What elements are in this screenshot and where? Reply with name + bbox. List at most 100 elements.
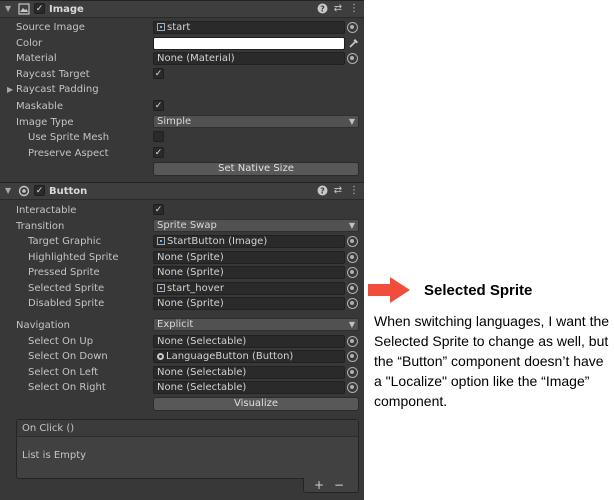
navigation-dropdown[interactable]: Explicit ▼ bbox=[153, 318, 359, 331]
image-component-title: Image bbox=[49, 4, 84, 15]
raycast-target-label: Raycast Target bbox=[16, 69, 90, 80]
color-swatch[interactable] bbox=[153, 37, 345, 50]
preserve-aspect-checkbox[interactable]: ✓ bbox=[153, 147, 164, 158]
select-on-right-field[interactable]: None (Selectable) bbox=[153, 381, 345, 394]
object-picker-icon[interactable] bbox=[347, 53, 358, 64]
transition-label: Transition bbox=[16, 221, 65, 232]
on-click-event-list: On Click () List is Empty bbox=[16, 419, 359, 479]
select-on-right-label: Select On Right bbox=[28, 382, 106, 393]
button-icon bbox=[18, 185, 30, 197]
svg-text:?: ? bbox=[320, 4, 325, 13]
button-component-title: Button bbox=[49, 186, 88, 197]
highlighted-sprite-value: None (Sprite) bbox=[157, 252, 224, 263]
foldout-right-icon[interactable]: ▶ bbox=[7, 85, 13, 94]
disabled-sprite-field[interactable]: None (Sprite) bbox=[153, 297, 345, 310]
image-icon bbox=[157, 237, 165, 245]
raycast-target-checkbox[interactable]: ✓ bbox=[153, 68, 164, 79]
color-label: Color bbox=[16, 38, 43, 49]
foldout-arrow-icon[interactable]: ▼ bbox=[5, 4, 11, 13]
use-sprite-mesh-label: Use Sprite Mesh bbox=[28, 132, 110, 143]
navigation-value: Explicit bbox=[157, 319, 194, 330]
image-type-dropdown[interactable]: Simple ▼ bbox=[153, 115, 359, 128]
image-icon bbox=[18, 3, 30, 15]
preserve-aspect-label: Preserve Aspect bbox=[28, 148, 109, 159]
select-on-down-label: Select On Down bbox=[28, 351, 108, 362]
remove-event-button[interactable]: − bbox=[330, 479, 348, 492]
preset-icon[interactable]: ⇄ bbox=[332, 3, 344, 15]
object-picker-icon[interactable] bbox=[347, 298, 358, 309]
object-picker-icon[interactable] bbox=[347, 283, 358, 294]
transition-value: Sprite Swap bbox=[157, 220, 217, 231]
interactable-label: Interactable bbox=[16, 205, 77, 216]
select-on-up-label: Select On Up bbox=[28, 336, 94, 347]
visualize-button[interactable]: Visualize bbox=[153, 397, 359, 411]
source-image-label: Source Image bbox=[16, 22, 85, 33]
sprite-icon bbox=[157, 23, 165, 31]
arrow-right-icon bbox=[368, 277, 410, 303]
image-component-header[interactable]: ▼ ✓ Image ? ⇄ ⋮ bbox=[0, 0, 364, 18]
selected-sprite-label: Selected Sprite bbox=[28, 283, 105, 294]
object-picker-icon[interactable] bbox=[347, 267, 358, 278]
annotation-text: When switching languages, I want the Sel… bbox=[374, 313, 610, 409]
select-on-up-field[interactable]: None (Selectable) bbox=[153, 335, 345, 348]
sprite-icon bbox=[157, 284, 165, 292]
navigation-label: Navigation bbox=[16, 320, 70, 331]
image-type-label: Image Type bbox=[16, 117, 74, 128]
target-graphic-label: Target Graphic bbox=[28, 236, 102, 247]
selected-sprite-value: start_hover bbox=[167, 283, 224, 294]
button-enabled-checkbox[interactable]: ✓ bbox=[34, 185, 45, 196]
maskable-label: Maskable bbox=[16, 101, 63, 112]
highlighted-sprite-field[interactable]: None (Sprite) bbox=[153, 251, 345, 264]
interactable-checkbox[interactable]: ✓ bbox=[153, 204, 164, 215]
image-enabled-checkbox[interactable]: ✓ bbox=[34, 3, 45, 14]
object-picker-icon[interactable] bbox=[347, 22, 358, 33]
set-native-size-button[interactable]: Set Native Size bbox=[153, 162, 359, 176]
maskable-checkbox[interactable]: ✓ bbox=[153, 100, 164, 111]
foldout-arrow-icon[interactable]: ▼ bbox=[5, 186, 11, 195]
object-picker-icon[interactable] bbox=[347, 236, 358, 247]
select-on-down-value: LanguageButton (Button) bbox=[166, 351, 294, 362]
pressed-sprite-value: None (Sprite) bbox=[157, 267, 224, 278]
source-image-field[interactable]: start bbox=[153, 21, 345, 34]
pressed-sprite-label: Pressed Sprite bbox=[28, 267, 100, 278]
annotation-heading: Selected Sprite bbox=[424, 282, 533, 299]
inspector-panel: ▼ ✓ Image ? ⇄ ⋮ Source Image start Color… bbox=[0, 0, 364, 500]
button-component-header[interactable]: ▼ ✓ Button ? ⇄ ⋮ bbox=[0, 182, 364, 200]
button-icon bbox=[157, 353, 164, 360]
disabled-sprite-label: Disabled Sprite bbox=[28, 298, 105, 309]
kebab-menu-icon[interactable]: ⋮ bbox=[348, 3, 360, 15]
select-on-up-value: None (Selectable) bbox=[157, 336, 247, 347]
select-on-left-value: None (Selectable) bbox=[157, 367, 247, 378]
kebab-menu-icon[interactable]: ⋮ bbox=[348, 185, 360, 197]
disabled-sprite-value: None (Sprite) bbox=[157, 298, 224, 309]
object-picker-icon[interactable] bbox=[347, 252, 358, 263]
use-sprite-mesh-checkbox[interactable] bbox=[153, 131, 164, 142]
selected-sprite-field[interactable]: start_hover bbox=[153, 282, 345, 295]
raycast-padding-label[interactable]: Raycast Padding bbox=[16, 84, 99, 95]
object-picker-icon[interactable] bbox=[347, 336, 358, 347]
svg-text:?: ? bbox=[320, 186, 325, 195]
target-graphic-value: StartButton (Image) bbox=[167, 236, 268, 247]
help-icon[interactable]: ? bbox=[316, 185, 328, 197]
chevron-down-icon: ▼ bbox=[348, 221, 355, 230]
select-on-right-value: None (Selectable) bbox=[157, 382, 247, 393]
help-icon[interactable]: ? bbox=[316, 3, 328, 15]
object-picker-icon[interactable] bbox=[347, 382, 358, 393]
object-picker-icon[interactable] bbox=[347, 367, 358, 378]
select-on-left-label: Select On Left bbox=[28, 367, 99, 378]
annotation-panel: Selected Sprite When switching languages… bbox=[364, 0, 614, 500]
on-click-header: On Click () bbox=[17, 420, 358, 437]
eyedropper-icon[interactable] bbox=[348, 37, 360, 49]
list-empty-text: List is Empty bbox=[22, 450, 87, 461]
target-graphic-field[interactable]: StartButton (Image) bbox=[153, 235, 345, 248]
object-picker-icon[interactable] bbox=[347, 351, 358, 362]
transition-dropdown[interactable]: Sprite Swap ▼ bbox=[153, 219, 359, 232]
highlighted-sprite-label: Highlighted Sprite bbox=[28, 252, 119, 263]
preset-icon[interactable]: ⇄ bbox=[332, 185, 344, 197]
select-on-left-field[interactable]: None (Selectable) bbox=[153, 366, 345, 379]
material-value: None (Material) bbox=[157, 53, 235, 64]
material-field[interactable]: None (Material) bbox=[153, 52, 345, 65]
add-event-button[interactable]: + bbox=[310, 479, 328, 492]
select-on-down-field[interactable]: LanguageButton (Button) bbox=[153, 350, 345, 363]
pressed-sprite-field[interactable]: None (Sprite) bbox=[153, 266, 345, 279]
